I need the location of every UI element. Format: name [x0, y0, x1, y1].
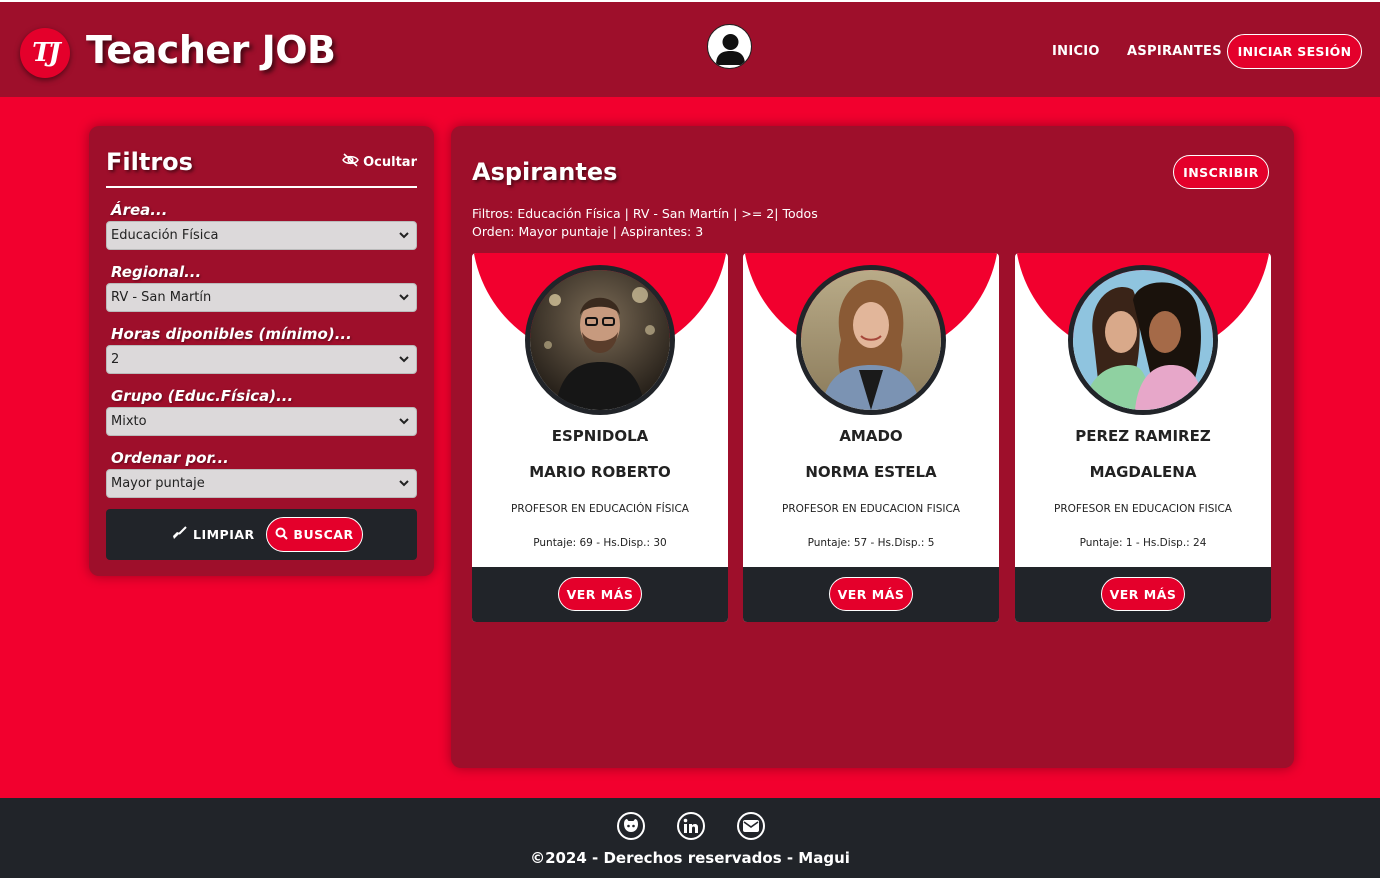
logo-icon[interactable]: TJ [20, 28, 70, 78]
order-select[interactable]: Mayor puntaje [106, 469, 417, 498]
hours-select[interactable]: 2 [106, 345, 417, 374]
clear-button-label: LIMPIAR [193, 527, 255, 542]
login-button[interactable]: INICIAR SESIÓN [1227, 34, 1362, 69]
clear-button[interactable]: LIMPIAR [172, 526, 255, 543]
aspirants-panel: Aspirantes INSCRIBIR Filtros: Educación … [451, 126, 1294, 768]
aspirant-score: Puntaje: 1 - Hs.Disp.: 24 [1079, 537, 1207, 549]
group-select[interactable]: Mixto [106, 407, 417, 436]
search-button[interactable]: BUSCAR [266, 517, 363, 552]
group-label: Grupo (Educ.Física)... [111, 387, 294, 405]
chevron-down-icon [399, 294, 409, 301]
hide-filters-label: Ocultar [363, 154, 417, 170]
hours-select-value: 2 [111, 352, 120, 367]
enroll-button[interactable]: INSCRIBIR [1173, 155, 1269, 189]
card-footer: VER MÁS [743, 567, 999, 622]
aspirant-card: PEREZ RAMIREZ MAGDALENA PROFESOR EN EDUC… [1015, 253, 1271, 622]
filter-actions-bar: LIMPIAR BUSCAR [106, 509, 417, 560]
view-more-button[interactable]: VER MÁS [558, 577, 642, 611]
aspirant-card: AMADO NORMA ESTELA PROFESOR EN EDUCACION… [743, 253, 999, 622]
regional-select[interactable]: RV - San Martín [106, 283, 417, 312]
group-select-value: Mixto [111, 414, 147, 429]
email-icon[interactable] [737, 812, 765, 840]
aspirant-photo [1068, 265, 1218, 415]
aspirant-photo [525, 265, 675, 415]
aspirant-surname: AMADO [839, 427, 903, 445]
aspirant-name: MAGDALENA [1089, 463, 1197, 481]
aspirant-score: Puntaje: 69 - Hs.Disp.: 30 [533, 537, 667, 549]
order-select-value: Mayor puntaje [111, 476, 205, 491]
chevron-down-icon [399, 418, 409, 425]
aspirant-title: PROFESOR EN EDUCACIÓN FÍSICA [511, 503, 689, 515]
view-more-button[interactable]: VER MÁS [829, 577, 913, 611]
search-button-label: BUSCAR [293, 527, 354, 542]
view-more-button[interactable]: VER MÁS [1101, 577, 1185, 611]
footer: ©2024 - Derechos reservados - Magui [0, 798, 1380, 878]
chevron-down-icon [399, 356, 409, 363]
eye-slash-icon [342, 153, 359, 171]
regional-select-value: RV - San Martín [111, 290, 212, 305]
aspirant-name: NORMA ESTELA [805, 463, 937, 481]
aspirant-name: MARIO ROBERTO [529, 463, 671, 481]
order-label: Ordenar por... [111, 449, 229, 467]
hours-label: Horas diponibles (mínimo)... [111, 325, 352, 343]
regional-label: Regional... [111, 263, 202, 281]
area-select[interactable]: Educación Física [106, 221, 417, 250]
aspirant-surname: PEREZ RAMIREZ [1075, 427, 1211, 445]
linkedin-icon[interactable] [677, 812, 705, 840]
filters-panel: Filtros Ocultar Área... Educación Física… [89, 126, 434, 576]
aspirant-score: Puntaje: 57 - Hs.Disp.: 5 [807, 537, 935, 549]
brand-title[interactable]: Teacher JOB [86, 28, 336, 72]
hide-filters-link[interactable]: Ocultar [342, 153, 417, 171]
filters-summary: Filtros: Educación Física | RV - San Mar… [472, 206, 818, 221]
copyright-text: ©2024 - Derechos reservados - Magui [530, 849, 850, 867]
aspirant-surname: ESPNIDOLA [551, 427, 649, 445]
user-avatar-icon[interactable] [707, 24, 752, 69]
broom-icon [172, 526, 187, 543]
chevron-down-icon [399, 480, 409, 487]
search-icon [275, 527, 289, 543]
filters-divider [106, 186, 417, 188]
card-footer: VER MÁS [1015, 567, 1271, 622]
area-label: Área... [111, 201, 168, 219]
aspirant-photo [796, 265, 946, 415]
github-icon[interactable] [617, 812, 645, 840]
chevron-down-icon [399, 232, 409, 239]
aspirant-title: PROFESOR EN EDUCACION FISICA [782, 503, 960, 515]
aspirant-title: PROFESOR EN EDUCACION FISICA [1054, 503, 1232, 515]
filters-title: Filtros [106, 148, 193, 176]
nav-aspirantes-link[interactable]: ASPIRANTES [1127, 44, 1222, 59]
nav-inicio-link[interactable]: INICIO [1052, 44, 1100, 59]
page-title: Aspirantes [472, 158, 618, 186]
logo-text: TJ [32, 38, 61, 68]
card-footer: VER MÁS [472, 567, 728, 622]
area-select-value: Educación Física [111, 228, 219, 243]
aspirant-card: ESPNIDOLA MARIO ROBERTO PROFESOR EN EDUC… [472, 253, 728, 622]
top-navbar: TJ Teacher JOB INICIO ASPIRANTES INICIAR… [0, 0, 1380, 97]
order-summary: Orden: Mayor puntaje | Aspirantes: 3 [472, 224, 704, 239]
